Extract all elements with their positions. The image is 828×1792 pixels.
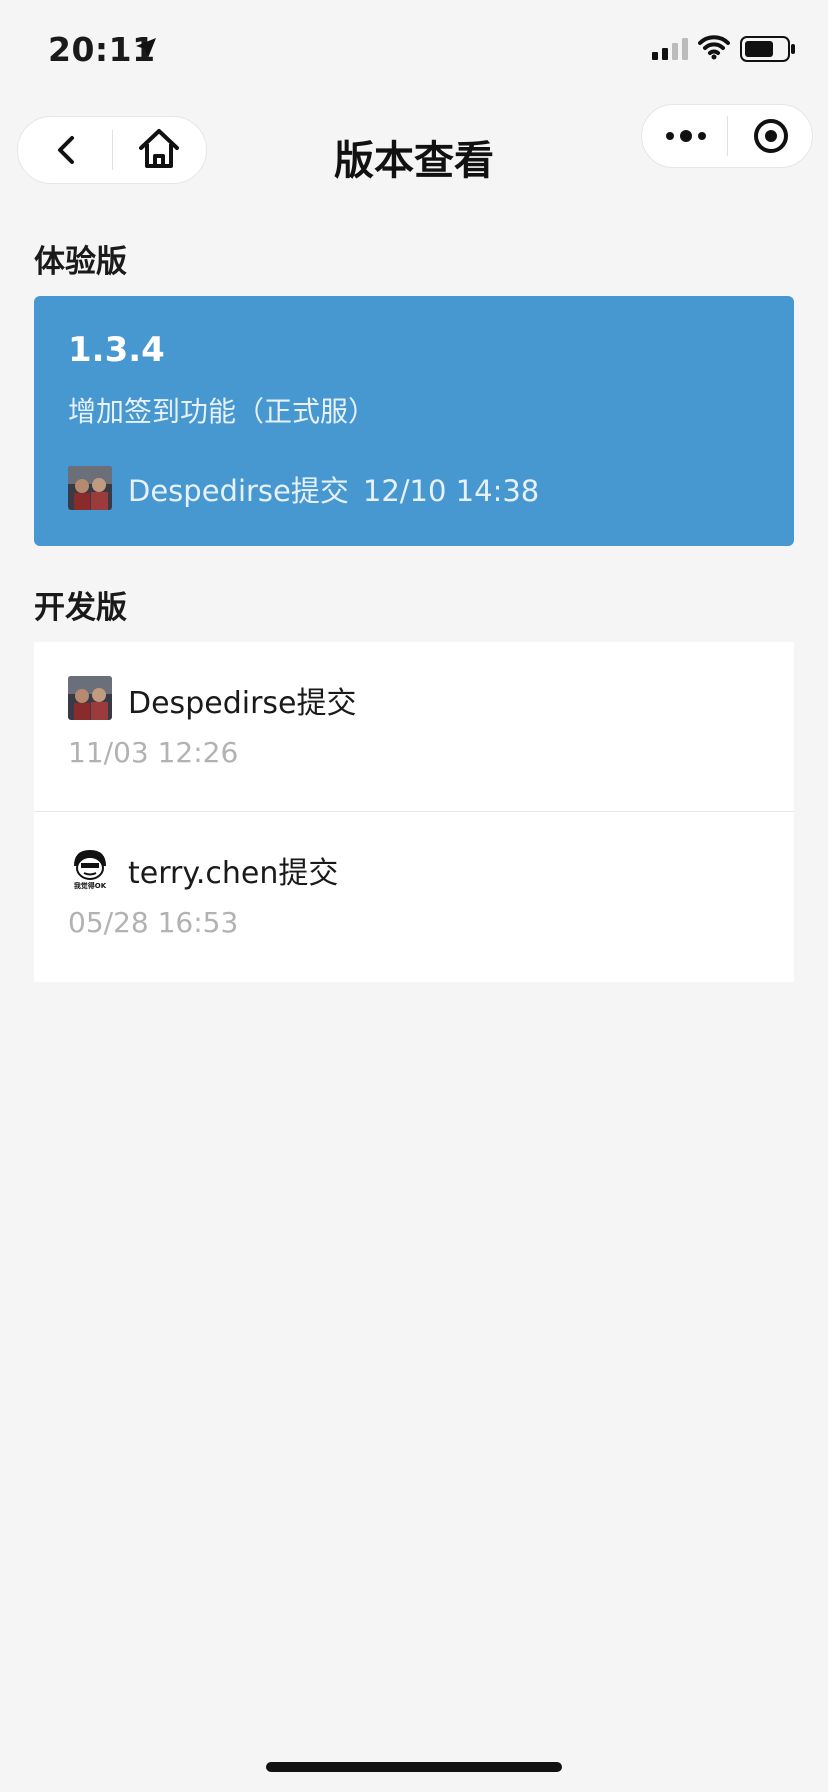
trial-description: 增加签到功能（正式服） — [68, 395, 377, 428]
avatar-caption: 我觉得OK — [74, 881, 107, 890]
trial-submitter: Despedirse提交 — [128, 474, 349, 508]
page-title: 版本查看 — [334, 138, 494, 184]
more-dots-icon[interactable] — [662, 122, 710, 150]
status-bar: 20:11 — [0, 0, 828, 100]
back-button[interactable] — [50, 132, 86, 168]
dev-version-list: Despedirse提交 11/03 12:26 我觉得OK terry.che… — [34, 642, 794, 982]
avatar — [68, 466, 112, 510]
list-item[interactable]: Despedirse提交 11/03 12:26 — [34, 642, 794, 812]
location-arrow-icon — [136, 38, 156, 58]
target-circle-icon[interactable] — [752, 117, 790, 155]
dev-submitter: terry.chen提交 — [128, 856, 339, 891]
dev-time: 05/28 16:53 — [68, 906, 239, 939]
home-button[interactable] — [136, 126, 182, 172]
trial-time: 12/10 14:38 — [362, 474, 540, 508]
trial-version-card[interactable]: 1.3.4 增加签到功能（正式服） Despedirse提交 12/10 14:3… — [34, 296, 794, 546]
trial-section-label: 体验版 — [34, 244, 127, 280]
trial-meta: Despedirse提交 12/10 14:38 — [128, 468, 539, 510]
capsule-divider — [727, 116, 728, 156]
avatar — [68, 676, 112, 720]
signal-icon — [652, 38, 688, 60]
trial-version-number: 1.3.4 — [68, 330, 165, 370]
battery-icon — [740, 36, 795, 62]
dev-time: 11/03 12:26 — [68, 736, 239, 769]
nav-divider — [112, 130, 113, 170]
home-indicator[interactable] — [266, 1762, 562, 1772]
dev-section-label: 开发版 — [34, 590, 127, 626]
avatar: 我觉得OK — [68, 846, 112, 890]
wifi-icon — [698, 35, 730, 60]
list-item[interactable]: 我觉得OK terry.chen提交 05/28 16:53 — [34, 812, 794, 982]
dev-submitter: Despedirse提交 — [128, 686, 357, 721]
